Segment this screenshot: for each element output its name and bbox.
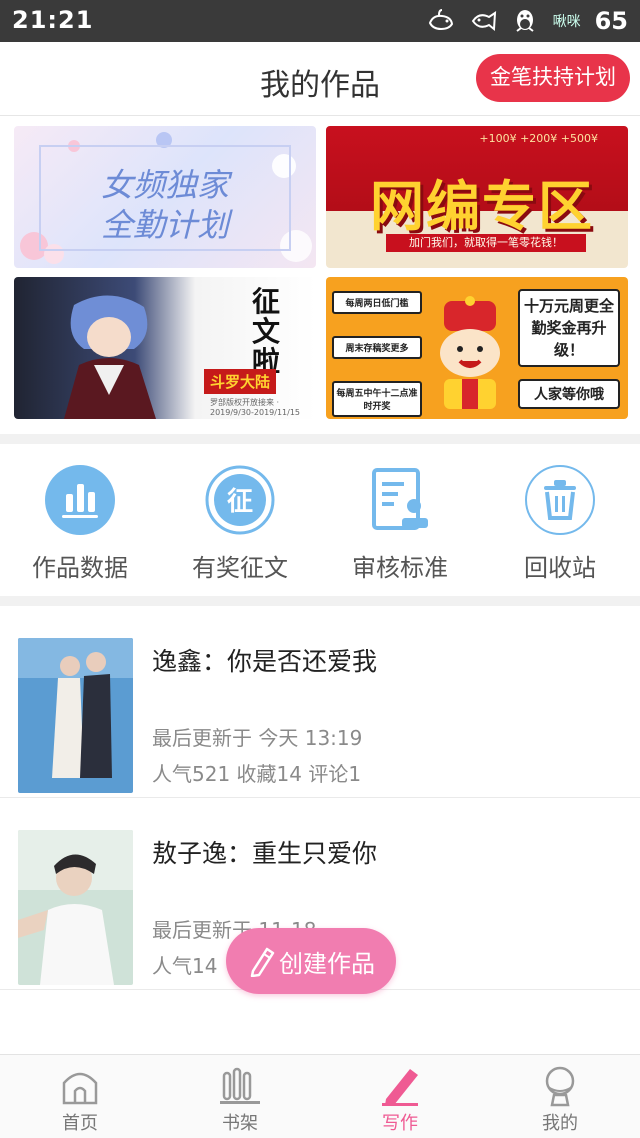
banner-web-zone[interactable]: +100¥ +200¥ +500¥ 网编专区 加门我们，就取得一笔零花钱！: [326, 126, 628, 268]
create-work-button[interactable]: 创建作品: [226, 928, 396, 994]
work-cover-image: [18, 638, 133, 793]
quick-menu: 作品数据 征 有奖征文 审核标准 回收站: [0, 444, 640, 596]
contest-seal-icon: 征: [205, 465, 275, 535]
banner-essay-contest[interactable]: 征文啦 斗罗大陆 罗部版权开放接来 · 2019/9/30-2019/11/15: [14, 277, 316, 419]
quick-item-work-data[interactable]: 作品数据: [0, 444, 160, 596]
bar-chart-icon: [45, 465, 115, 535]
banner-weekly-bonus[interactable]: 每周两日低门槛 周末存稿奖更多 每周五中午十二点准时开奖 十万元周更全勤奖金再升…: [326, 277, 628, 419]
nav-label: 写作: [382, 1113, 418, 1134]
work-stats: 人气14: [152, 954, 218, 978]
section-divider: [0, 434, 640, 444]
nav-label: 我的: [542, 1113, 578, 1134]
banner-bonus-chips: 每周两日低门槛 周末存稿奖更多 每周五中午十二点准时开奖: [332, 291, 422, 419]
banner-web-headline: 网编专区: [370, 175, 594, 238]
pencil-icon: [250, 947, 275, 977]
home-icon: [62, 1072, 98, 1105]
banner-contest-dates: 罗部版权开放接来 · 2019/9/30-2019/11/15: [210, 398, 301, 417]
svg-text:征: 征: [227, 487, 253, 517]
qq-penguin-icon: [515, 10, 534, 32]
work-cover-image: [18, 830, 133, 985]
golden-pen-plan-button[interactable]: 金笔扶持计划: [476, 54, 630, 102]
quick-item-review-standard[interactable]: 审核标准: [320, 444, 480, 596]
banner-bonus-bubble: 十万元周更全勤奖金再升级！: [518, 289, 620, 367]
profile-icon: [545, 1066, 575, 1107]
status-icons: 啾咪 65: [427, 4, 628, 38]
banner-web-amounts: +100¥ +200¥ +500¥: [479, 132, 598, 145]
create-work-label: 创建作品: [279, 950, 375, 978]
nav-item-home[interactable]: 首页: [0, 1055, 160, 1138]
work-title: 逸鑫：你是否还爱我: [152, 647, 378, 676]
quick-item-label: 有奖征文: [192, 554, 288, 582]
status-bar: 21:21 啾咪 65: [0, 0, 640, 42]
bonus-chip: 每周五中午十二点准时开奖: [332, 381, 422, 417]
anime-character-illustration: [64, 295, 156, 419]
work-title: 敖子逸：重生只爱你: [152, 839, 378, 868]
nav-label: 首页: [62, 1113, 98, 1134]
quick-item-label: 回收站: [524, 554, 596, 582]
review-document-icon: [372, 468, 428, 530]
section-divider: [0, 596, 640, 606]
quick-item-label: 审核标准: [352, 554, 448, 582]
nav-item-bookshelf[interactable]: 书架: [160, 1055, 320, 1138]
status-time: 21:21: [12, 6, 94, 34]
nav-label: 书架: [222, 1113, 258, 1134]
banner-grid: 女频独家 全勤计划 +100¥ +200¥ +500¥ 网编专区 加门我们，就取…: [0, 116, 640, 434]
page-header: 我的作品 金笔扶持计划: [0, 42, 640, 116]
status-battery: 65: [594, 7, 628, 35]
bookshelf-icon: [220, 1067, 260, 1104]
fish-notification-icon: [471, 11, 496, 31]
quick-item-recycle-bin[interactable]: 回收站: [480, 444, 640, 596]
banner-bonus-bubble2: 人家等你哦: [518, 379, 620, 409]
whale-notification-icon: [428, 9, 453, 31]
work-item[interactable]: 逸鑫：你是否还爱我 最后更新于 今天 13:19 人气521 收藏14 评论1: [0, 606, 640, 798]
work-stats: 人气521 收藏14 评论1: [152, 762, 362, 786]
pencil-icon: [382, 1069, 418, 1106]
nav-item-writing[interactable]: 写作: [320, 1055, 480, 1138]
status-carrier: 啾咪: [552, 14, 581, 30]
trash-icon: [525, 465, 595, 535]
bonus-chip: 周末存稿奖更多: [332, 336, 422, 359]
banner-female-line2: 全勤计划: [100, 206, 229, 244]
banner-contest-headline: 征文啦: [252, 285, 281, 378]
work-updated-time: 最后更新于 今天 13:19: [152, 726, 363, 750]
bonus-chip: 每周两日低门槛: [332, 291, 422, 314]
quick-item-essay-contest[interactable]: 征 有奖征文: [160, 444, 320, 596]
emperor-mascot-icon: [440, 296, 500, 409]
banner-female-exclusive[interactable]: 女频独家 全勤计划: [14, 126, 316, 268]
banner-contest-tag: 斗罗大陆: [204, 369, 277, 394]
nav-item-mine[interactable]: 我的: [480, 1055, 640, 1138]
quick-item-label: 作品数据: [32, 554, 128, 582]
bottom-nav: 首页 书架 写作 我的: [0, 1054, 640, 1138]
banner-web-subtitle: 加门我们，就取得一笔零花钱！: [386, 234, 586, 252]
